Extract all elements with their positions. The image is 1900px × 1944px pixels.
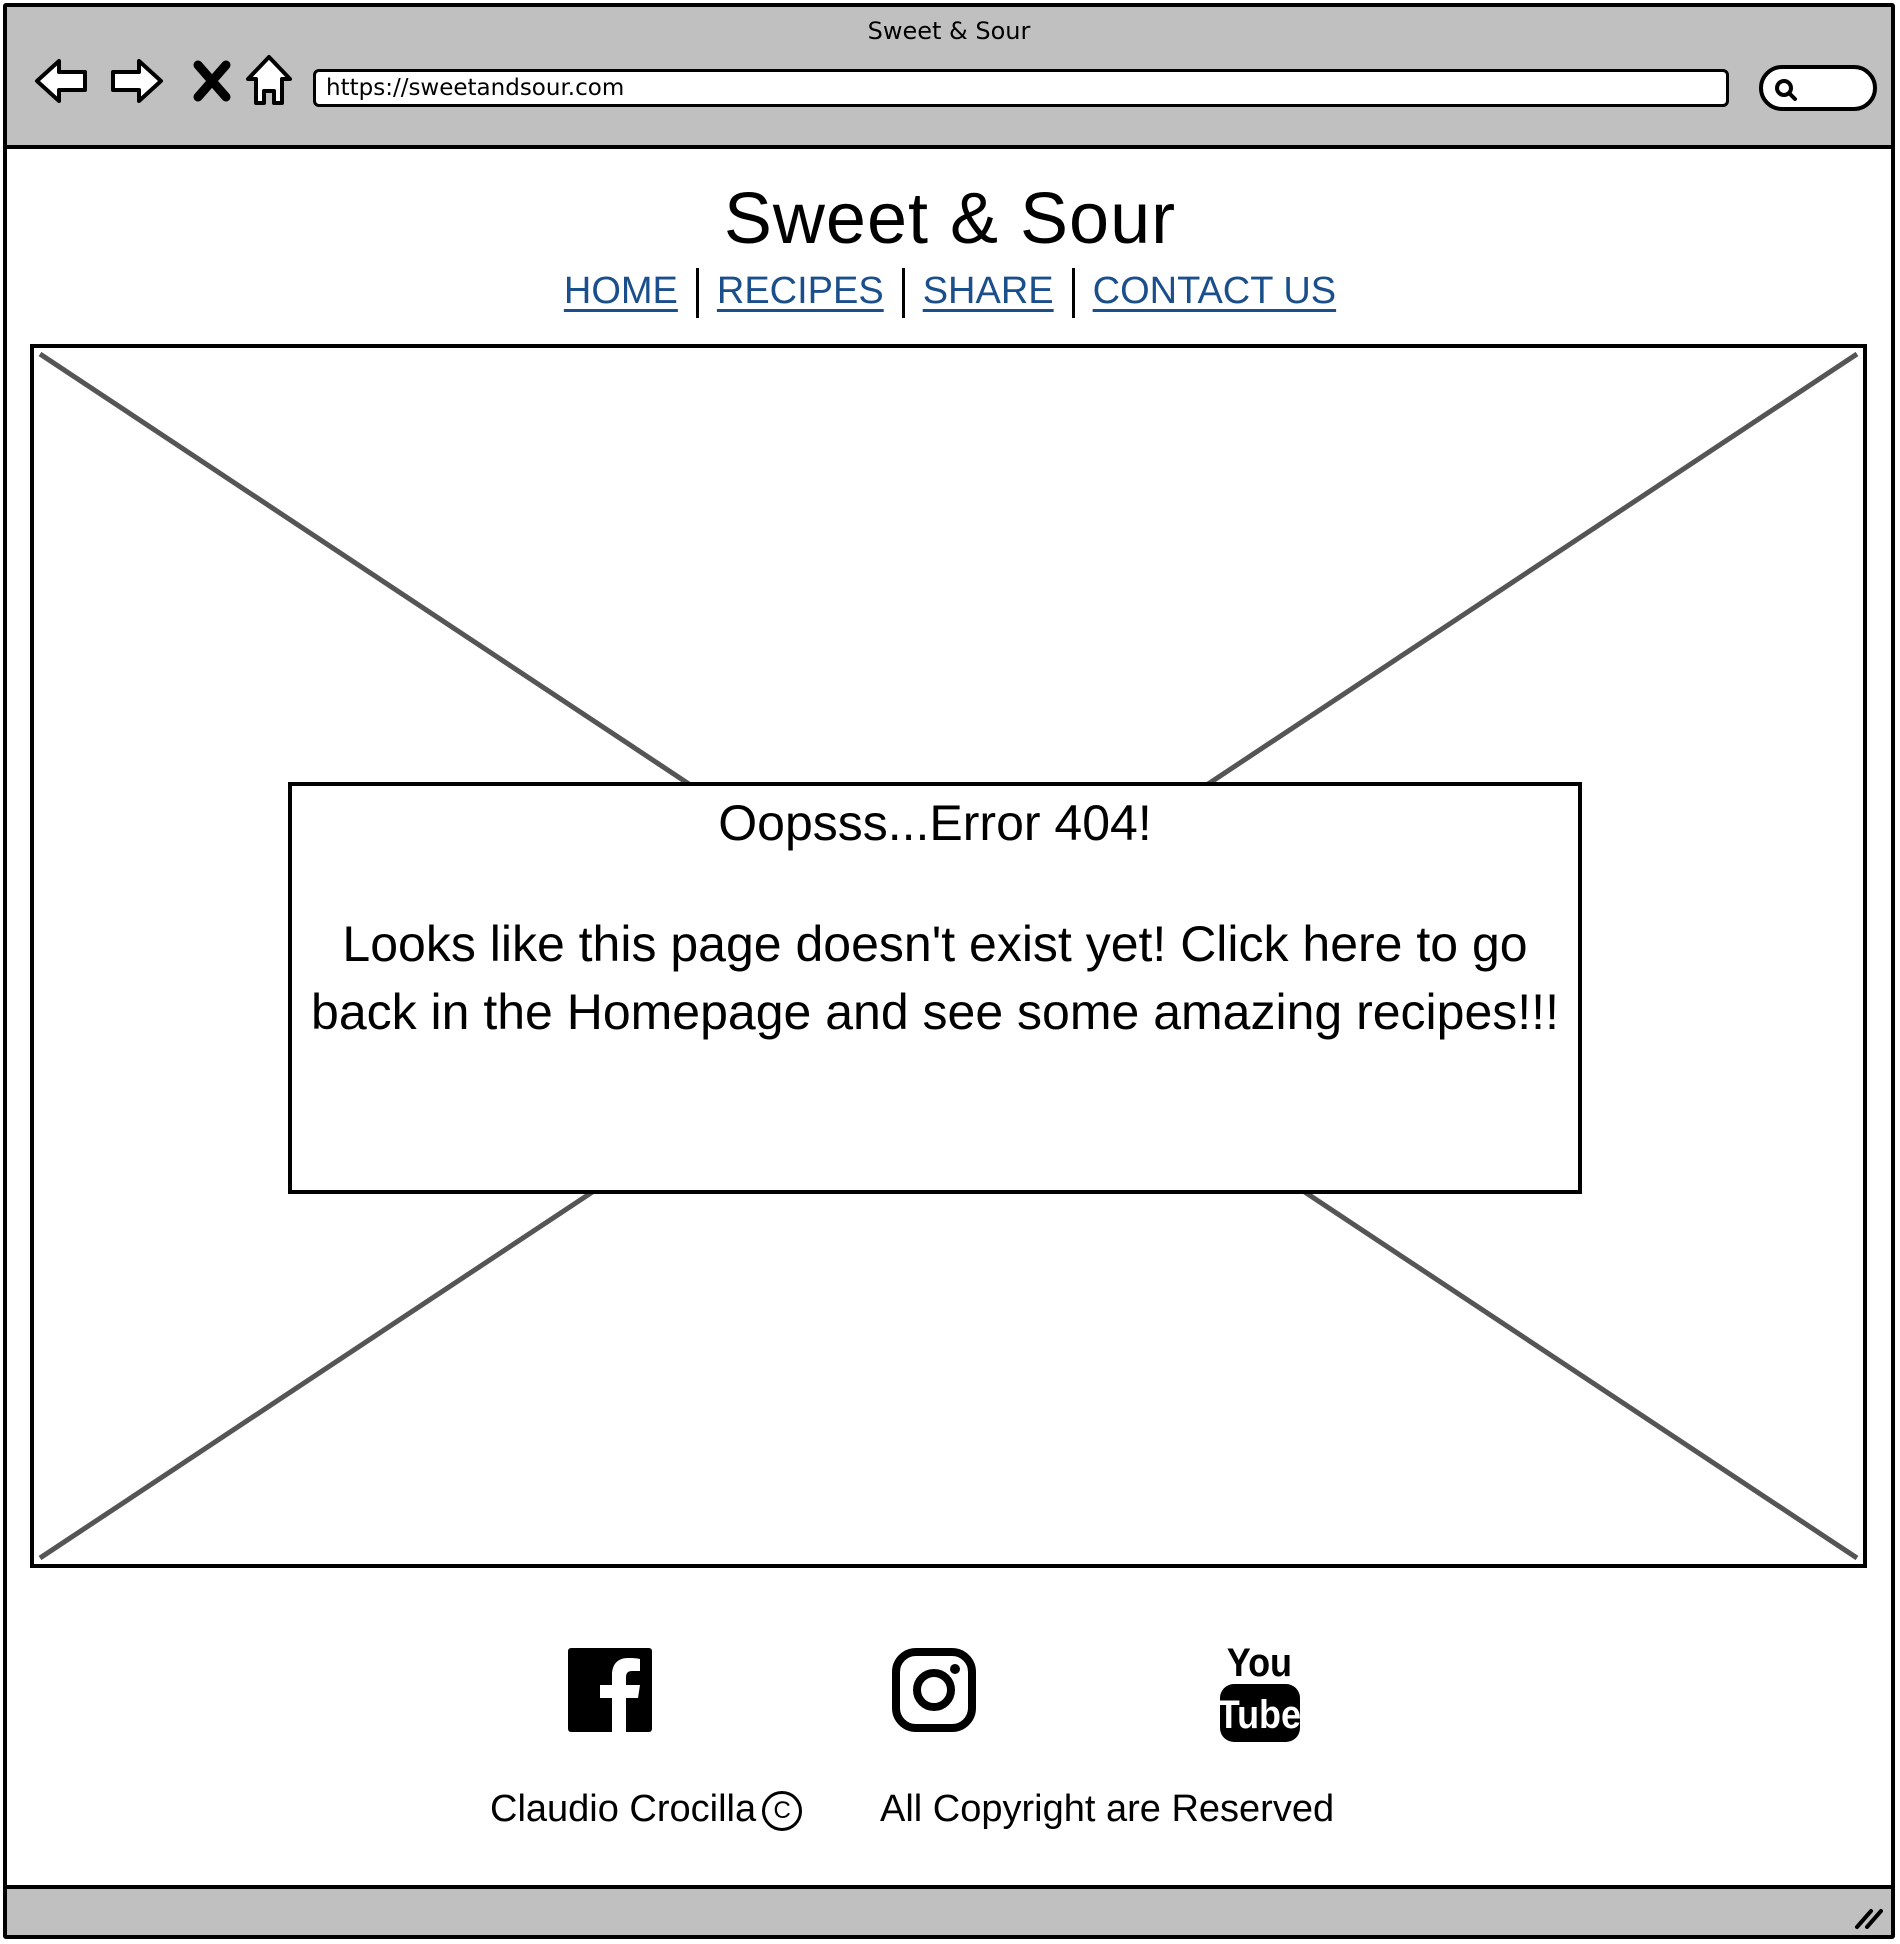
nav-divider xyxy=(1071,268,1075,318)
svg-text:Tube: Tube xyxy=(1218,1693,1301,1737)
svg-text:You: You xyxy=(1227,1641,1292,1685)
footer-author: Claudio Crocilla C xyxy=(490,1788,803,1831)
forward-arrow-icon[interactable] xyxy=(107,51,167,111)
instagram-icon[interactable] xyxy=(892,1648,976,1732)
facebook-icon[interactable] xyxy=(568,1648,652,1732)
nav-divider xyxy=(901,268,905,318)
main-nav: HOME RECIPES SHARE CONTACT US xyxy=(0,268,1900,318)
resize-grip-icon[interactable] xyxy=(1853,1905,1883,1929)
nav-link-share[interactable]: SHARE xyxy=(923,270,1054,312)
nav-divider xyxy=(695,268,699,318)
copyright-icon: C xyxy=(762,1790,803,1831)
youtube-icon[interactable]: You Tube xyxy=(1218,1640,1302,1744)
address-bar[interactable]: https://sweetandsour.com xyxy=(313,69,1729,107)
status-bar xyxy=(7,1885,1891,1935)
footer-rights: All Copyright are Reserved xyxy=(880,1788,1335,1830)
search-icon xyxy=(1775,79,1797,101)
nav-link-recipes[interactable]: RECIPES xyxy=(717,270,884,312)
stop-x-icon[interactable] xyxy=(183,51,243,111)
site-title: Sweet & Sour xyxy=(723,179,1177,259)
search-box[interactable] xyxy=(1759,65,1877,111)
footer-author-name: Claudio Crocilla xyxy=(490,1788,757,1830)
nav-link-home[interactable]: HOME xyxy=(564,270,678,312)
window-title: Sweet & Sour xyxy=(867,17,1031,45)
error-message[interactable]: Looks like this page doesn't exist yet! … xyxy=(292,910,1578,1046)
error-message-box[interactable]: Oopsss...Error 404! Looks like this page… xyxy=(288,782,1582,1194)
back-arrow-icon[interactable] xyxy=(31,51,91,111)
error-title: Oopsss...Error 404! xyxy=(718,795,1152,851)
nav-link-contact-us[interactable]: CONTACT US xyxy=(1093,270,1337,312)
browser-toolbar: Sweet & Sour https://sweetandsour.com xyxy=(7,7,1891,149)
home-icon[interactable] xyxy=(239,51,299,111)
